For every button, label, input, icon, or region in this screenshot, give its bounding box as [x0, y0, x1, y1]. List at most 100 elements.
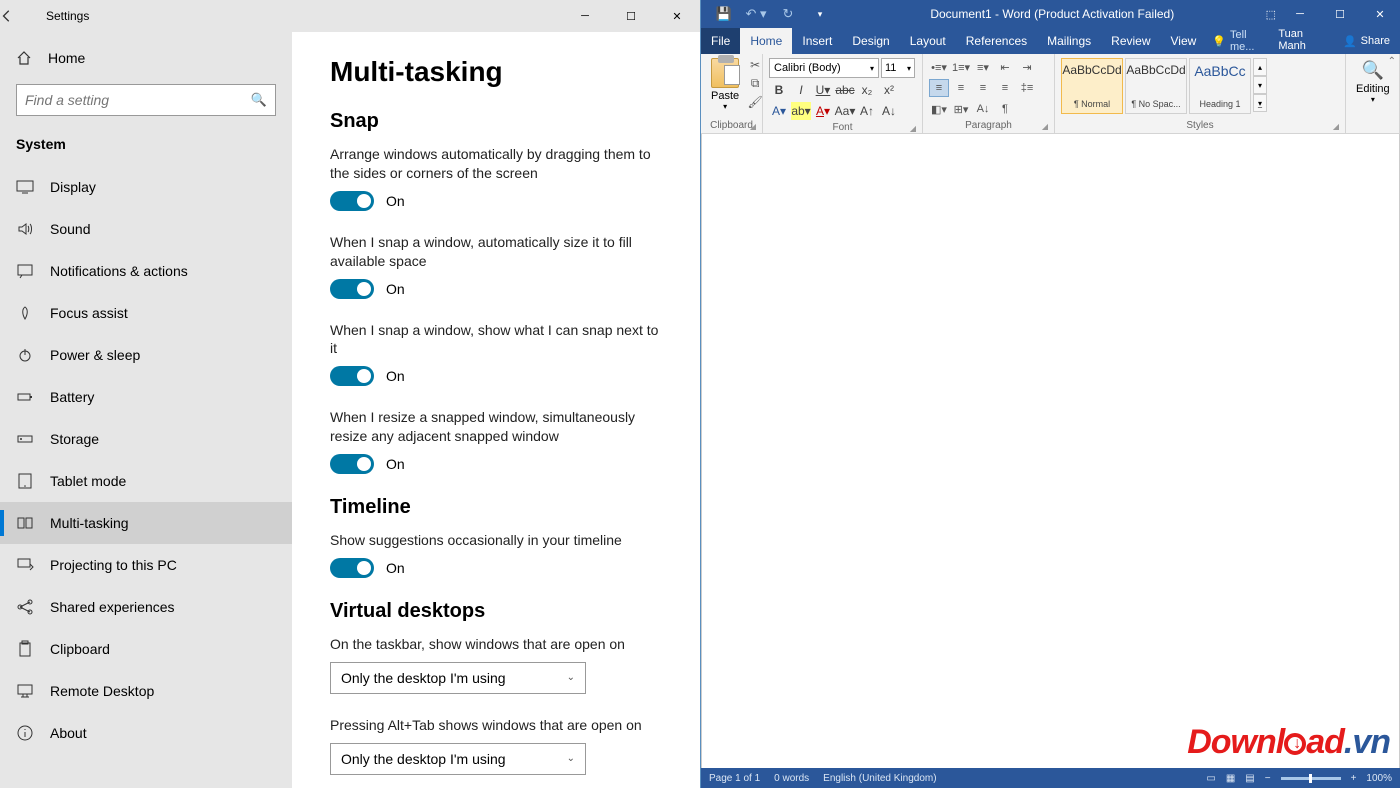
ribbon-display-options-icon[interactable]: ⬚ — [1262, 8, 1280, 21]
sidebar-item-notifications[interactable]: Notifications & actions — [0, 250, 292, 292]
grow-font-button[interactable]: A↑ — [857, 102, 877, 120]
italic-button[interactable]: I — [791, 81, 811, 99]
word-maximize-button[interactable]: ☐ — [1320, 0, 1360, 28]
paragraph-launcher-icon[interactable]: ◢ — [1042, 122, 1048, 131]
web-layout-icon[interactable]: ▤ — [1245, 773, 1254, 784]
underline-button[interactable]: U▾ — [813, 81, 833, 99]
bullets-button[interactable]: •≡▾ — [929, 58, 949, 76]
styles-launcher-icon[interactable]: ◢ — [1333, 122, 1339, 131]
print-layout-icon[interactable]: ▦ — [1226, 773, 1235, 784]
tab-file[interactable]: File — [701, 28, 740, 54]
strikethrough-button[interactable]: abc — [835, 81, 855, 99]
tab-design[interactable]: Design — [842, 28, 899, 54]
tab-layout[interactable]: Layout — [900, 28, 956, 54]
justify-button[interactable]: ≡ — [995, 79, 1015, 97]
home-button[interactable]: Home — [0, 40, 292, 76]
bold-button[interactable]: B — [769, 81, 789, 99]
font-name-select[interactable]: Calibri (Body)▾ — [769, 58, 879, 78]
styles-scroll-up-icon[interactable]: ▴ — [1253, 58, 1267, 76]
style-no-spacing[interactable]: AaBbCcDd ¶ No Spac... — [1125, 58, 1187, 114]
vdesk-dropdown2[interactable]: Only the desktop I'm using ⌄ — [330, 743, 586, 775]
tell-me-search[interactable]: 💡Tell me... — [1206, 28, 1270, 54]
snap-opt3-toggle[interactable] — [330, 366, 374, 386]
font-color-button[interactable]: A▾ — [813, 102, 833, 120]
borders-button[interactable]: ⊞▾ — [951, 100, 971, 118]
search-input[interactable]: 🔍 — [16, 84, 276, 116]
tab-mailings[interactable]: Mailings — [1037, 28, 1101, 54]
sidebar-item-battery[interactable]: Battery — [0, 376, 292, 418]
status-language[interactable]: English (United Kingdom) — [823, 773, 936, 784]
word-minimize-button[interactable]: ─ — [1280, 0, 1320, 28]
sidebar-item-storage[interactable]: Storage — [0, 418, 292, 460]
show-marks-button[interactable]: ¶ — [995, 100, 1015, 118]
share-button[interactable]: 👤Share — [1333, 28, 1400, 54]
align-center-button[interactable]: ≡ — [951, 79, 971, 97]
redo-icon[interactable]: ↻ — [775, 6, 801, 22]
sidebar-item-multitasking[interactable]: Multi-tasking — [0, 502, 292, 544]
timeline-opt1-toggle[interactable] — [330, 558, 374, 578]
tab-home[interactable]: Home — [740, 28, 792, 54]
shrink-font-button[interactable]: A↓ — [879, 102, 899, 120]
sidebar-item-clipboard[interactable]: Clipboard — [0, 628, 292, 670]
minimize-button[interactable]: ─ — [562, 0, 608, 32]
tab-insert[interactable]: Insert — [792, 28, 842, 54]
style-heading1[interactable]: AaBbCc Heading 1 — [1189, 58, 1251, 114]
word-close-button[interactable]: ✕ — [1360, 0, 1400, 28]
sidebar-item-focus-assist[interactable]: Focus assist — [0, 292, 292, 334]
status-words[interactable]: 0 words — [774, 773, 809, 784]
text-effects-button[interactable]: A▾ — [769, 102, 789, 120]
sidebar-item-display[interactable]: Display — [0, 166, 292, 208]
align-right-button[interactable]: ≡ — [973, 79, 993, 97]
styles-scroll-down-icon[interactable]: ▾ — [1253, 76, 1267, 94]
tab-view[interactable]: View — [1161, 28, 1207, 54]
increase-indent-button[interactable]: ⇥ — [1017, 58, 1037, 76]
decrease-indent-button[interactable]: ⇤ — [995, 58, 1015, 76]
sidebar-item-power-sleep[interactable]: Power & sleep — [0, 334, 292, 376]
change-case-button[interactable]: Aa▾ — [835, 102, 855, 120]
subscript-button[interactable]: x₂ — [857, 81, 877, 99]
zoom-slider[interactable] — [1281, 777, 1341, 780]
style-normal[interactable]: AaBbCcDd ¶ Normal — [1061, 58, 1123, 114]
sidebar-item-about[interactable]: About — [0, 712, 292, 754]
paste-button[interactable]: Paste ▾ — [705, 56, 745, 113]
align-left-button[interactable]: ≡ — [929, 79, 949, 97]
tab-review[interactable]: Review — [1101, 28, 1160, 54]
shading-button[interactable]: ◧▾ — [929, 100, 949, 118]
vdesk-dropdown1[interactable]: Only the desktop I'm using ⌄ — [330, 662, 586, 694]
line-spacing-button[interactable]: ‡≡ — [1017, 79, 1037, 97]
sidebar-item-tablet-mode[interactable]: Tablet mode — [0, 460, 292, 502]
sidebar-item-remote-desktop[interactable]: Remote Desktop — [0, 670, 292, 712]
undo-icon[interactable]: ↶ ▾ — [743, 6, 769, 22]
zoom-in-button[interactable]: + — [1351, 773, 1357, 784]
styles-expand-icon[interactable]: ▾̲ — [1253, 94, 1267, 112]
document-area[interactable] — [701, 134, 1400, 768]
search-field[interactable] — [25, 92, 251, 108]
multilevel-list-button[interactable]: ≡▾ — [973, 58, 993, 76]
status-page[interactable]: Page 1 of 1 — [709, 773, 760, 784]
sidebar-item-projecting[interactable]: Projecting to this PC — [0, 544, 292, 586]
read-mode-icon[interactable]: ▭ — [1206, 773, 1215, 784]
back-button[interactable] — [0, 9, 46, 23]
sidebar-item-sound[interactable]: Sound — [0, 208, 292, 250]
zoom-level[interactable]: 100% — [1366, 773, 1392, 784]
font-launcher-icon[interactable]: ◢ — [910, 124, 916, 133]
collapse-ribbon-icon[interactable]: ⌃ — [1388, 56, 1396, 67]
clipboard-launcher-icon[interactable]: ◢ — [750, 122, 756, 131]
snap-opt4-toggle[interactable] — [330, 454, 374, 474]
numbering-button[interactable]: 1≡▾ — [951, 58, 971, 76]
close-button[interactable]: ✕ — [654, 0, 700, 32]
superscript-button[interactable]: x² — [879, 81, 899, 99]
snap-opt2-toggle[interactable] — [330, 279, 374, 299]
maximize-button[interactable]: ☐ — [608, 0, 654, 32]
save-icon[interactable]: 💾 — [711, 6, 737, 22]
format-painter-button[interactable]: 🖌 — [747, 95, 763, 109]
sidebar-item-shared-experiences[interactable]: Shared experiences — [0, 586, 292, 628]
highlight-button[interactable]: ab▾ — [791, 102, 811, 120]
account-name[interactable]: Tuan Manh — [1270, 28, 1333, 54]
snap-opt1-toggle[interactable] — [330, 191, 374, 211]
tab-references[interactable]: References — [956, 28, 1037, 54]
sort-button[interactable]: A↓ — [973, 100, 993, 118]
qat-customize-icon[interactable]: ▾ — [807, 9, 833, 20]
font-size-select[interactable]: 11▾ — [881, 58, 915, 78]
cut-button[interactable]: ✂ — [747, 58, 763, 72]
